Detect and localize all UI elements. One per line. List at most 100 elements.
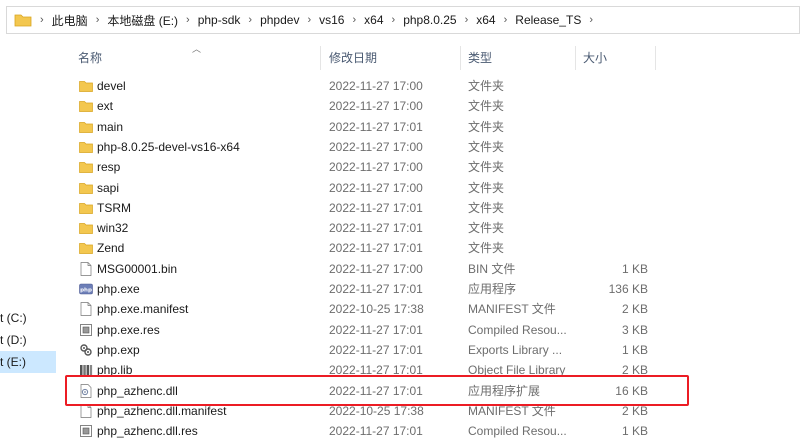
file-type: 文件夹 [468,160,505,175]
breadcrumb-item[interactable]: vs16 [319,13,344,27]
file-type: 文件夹 [468,200,505,215]
file-type: Exports Library ... [468,342,563,357]
file-name: php.exe.manifest [97,302,189,317]
breadcrumb-item[interactable]: 本地磁盘 (E:) [107,12,178,29]
file-row[interactable]: MSG00001.bin 2022-11-27 17:00 BIN 文件 1 KB [66,259,800,279]
column-header-name[interactable]: 名称 [78,44,318,72]
file-name: php_azhenc.dll.res [97,424,198,439]
file-name: resp [97,160,121,175]
file-size: 2 KB [621,302,648,317]
nav-item-drive-c[interactable]: t (C:) [0,307,56,329]
file-date: 2022-11-27 17:00 [329,180,423,195]
breadcrumb-separator-icon[interactable]: › [186,14,190,26]
file-name: sapi [97,180,120,195]
column-header-label: 类型 [468,51,493,65]
breadcrumb-separator-icon[interactable]: › [248,14,252,26]
breadcrumb-item[interactable]: php8.0.25 [403,13,456,27]
file-type: MANIFEST 文件 [468,302,556,317]
file-date: 2022-11-27 17:01 [329,221,423,236]
column-header-size[interactable]: 大小 [583,44,653,72]
folder-icon [79,99,93,113]
nav-item-drive-d[interactable]: t (D:) [0,329,56,351]
file-row[interactable]: main 2022-11-27 17:01 文件夹 [66,117,800,137]
file-name: php.exe.res [97,322,160,337]
file-date: 2022-11-27 17:00 [329,79,423,93]
file-type: Compiled Resou... [468,322,567,337]
file-type: 文件夹 [468,241,505,256]
file-name: Zend [97,241,125,256]
breadcrumb-item[interactable]: 此电脑 [52,12,88,29]
file-name: main [97,119,124,134]
file-row[interactable]: resp 2022-11-27 17:00 文件夹 [66,157,800,177]
breadcrumb-separator-icon[interactable]: › [504,14,508,26]
file-name: php.exp [97,342,140,357]
file-name: ext [97,99,114,114]
nav-item-drive-e[interactable]: t (E:) [0,351,56,373]
file-row[interactable]: php.exp 2022-11-27 17:01 Exports Library .… [66,340,800,360]
folder-icon [79,201,93,215]
file-row[interactable]: php.exe.manifest 2022-10-25 17:38 MANIFEST… [66,299,800,319]
file-date: 2022-11-27 17:01 [329,282,423,296]
file-name: TSRM [97,200,131,215]
file-row[interactable]: ext 2022-11-27 17:00 文件夹 [66,96,800,116]
folder-icon [79,241,93,255]
breadcrumb-item[interactable]: phpdev [260,13,299,27]
breadcrumb-separator-icon[interactable]: › [307,14,311,26]
folder-icon [14,13,32,27]
file-type: Compiled Resou... [468,424,567,439]
exp-icon [79,343,93,357]
file-size [582,117,648,137]
breadcrumb-item[interactable]: php-sdk [198,13,241,27]
breadcrumb-separator-icon[interactable]: › [352,14,356,26]
breadcrumb-separator-icon[interactable]: › [40,14,44,26]
folder-icon [79,120,93,134]
column-header-date[interactable]: 修改日期 [329,44,459,72]
file-size [582,137,648,157]
file-type: 应用程序 [468,282,517,296]
breadcrumb-item[interactable]: x64 [476,13,495,27]
column-divider[interactable] [655,46,656,70]
breadcrumb-item[interactable]: Release_TS [515,13,581,27]
file-row[interactable]: devel 2022-11-27 17:00 文件夹 [66,76,800,96]
address-bar[interactable]: › 此电脑 › 本地磁盘 (E:) › php-sdk › phpdev › vs16 › x64 › p… [6,6,800,34]
file-row[interactable]: php.exe.res 2022-11-27 17:01 Compiled Reso… [66,320,800,340]
column-header-label: 修改日期 [329,51,378,65]
file-row[interactable]: win32 2022-11-27 17:01 文件夹 [66,218,800,238]
file-name: php.exe [97,282,140,296]
file-size [582,238,648,258]
file-size [582,198,648,218]
nav-item-label: t (E:) [0,355,26,369]
file-row[interactable]: php php.exe 2022-11-27 17:01 应用程序 136 KB [66,279,800,299]
file-date: 2022-11-27 17:00 [329,99,423,114]
breadcrumb-separator-icon[interactable]: › [392,14,396,26]
column-divider[interactable] [460,46,461,70]
file-type: 文件夹 [468,99,505,114]
column-header-type[interactable]: 类型 [468,44,574,72]
nav-item-label: t (D:) [0,333,27,347]
file-icon [79,302,93,317]
column-divider[interactable] [320,46,321,70]
file-type: BIN 文件 [468,261,516,276]
breadcrumb-separator-icon[interactable]: › [465,14,469,26]
file-row[interactable]: php_azhenc.dll.res 2022-11-27 17:01 Compil… [66,421,800,441]
file-size: 1 KB [621,261,648,276]
file-size: 3 KB [621,322,648,337]
file-size [582,96,648,116]
file-size [582,157,648,177]
highlight-box [65,375,689,406]
file-row[interactable]: TSRM 2022-11-27 17:01 文件夹 [66,198,800,218]
column-header-label: 名称 [78,51,103,65]
column-divider[interactable] [575,46,576,70]
file-date: 2022-11-27 17:01 [329,119,423,134]
nav-item-label: t (C:) [0,311,27,325]
file-date: 2022-11-27 17:01 [329,241,423,256]
file-row[interactable]: sapi 2022-11-27 17:00 文件夹 [66,178,800,198]
breadcrumb-item[interactable]: x64 [364,13,383,27]
folder-icon [79,181,93,195]
breadcrumb-separator-icon[interactable]: › [589,14,593,26]
file-name: win32 [97,221,129,236]
file-size [582,76,648,96]
file-row[interactable]: Zend 2022-11-27 17:01 文件夹 [66,238,800,258]
breadcrumb-separator-icon[interactable]: › [96,14,100,26]
file-row[interactable]: php-8.0.25-devel-vs16-x64 2022-11-27 17:0… [66,137,800,157]
